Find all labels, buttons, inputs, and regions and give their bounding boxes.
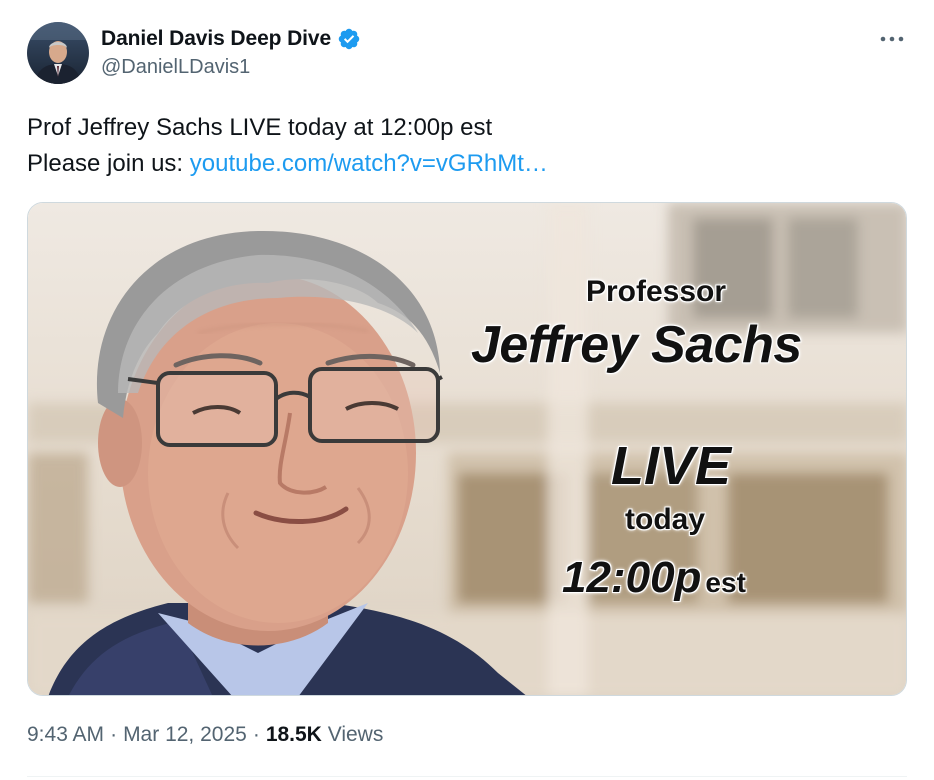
views-label: Views [327,723,384,746]
tweet-text-line-2: Please join us: youtube.com/watch?v=vGRh… [27,146,907,182]
tweet-time[interactable]: 9:43 AM [27,723,104,746]
verified-badge-icon[interactable] [337,27,361,51]
author-handle[interactable]: @DanielLDavis1 [101,56,250,79]
thumbnail-today-label: today [625,503,706,536]
thumbnail-guest-name: Jeffrey Sachs [471,316,802,374]
thumbnail-time-label: 12:00p est [562,553,746,603]
author-display-name[interactable]: Daniel Davis Deep Dive [101,27,331,51]
media-thumbnail-graphic [28,203,906,695]
tweet-date[interactable]: Mar 12, 2025 [123,723,247,746]
more-options-button[interactable] [872,26,912,52]
thumbnail-timezone: est [705,567,746,598]
tweet-text-line-1: Prof Jeffrey Sachs LIVE today at 12:00p … [27,114,493,141]
meta-separator: · [252,723,260,746]
avatar[interactable] [27,22,89,84]
thumbnail-heading: Professor [586,275,727,308]
more-horizontal-icon [880,36,904,42]
meta-separator: · [110,723,118,746]
thumbnail-live-label: LIVE [611,436,732,496]
tweet-media-image[interactable]: Professor Jeffrey Sachs LIVE today 12:00… [27,202,907,696]
avatar-icon [27,22,89,84]
divider [27,776,907,777]
tweet-text-prefix: Please join us: [27,150,190,177]
tweet-text: Prof Jeffrey Sachs LIVE today at 12:00p … [27,110,907,182]
author-name-row: Daniel Davis Deep Dive [101,24,361,54]
tweet-youtube-link[interactable]: youtube.com/watch?v=vGRhMt… [190,150,548,177]
tweet-meta: 9:43 AM · Mar 12, 2025 · 18.5K Views [27,723,383,747]
thumbnail-time-value: 12:00p [562,553,702,602]
views-count: 18.5K [265,723,322,746]
